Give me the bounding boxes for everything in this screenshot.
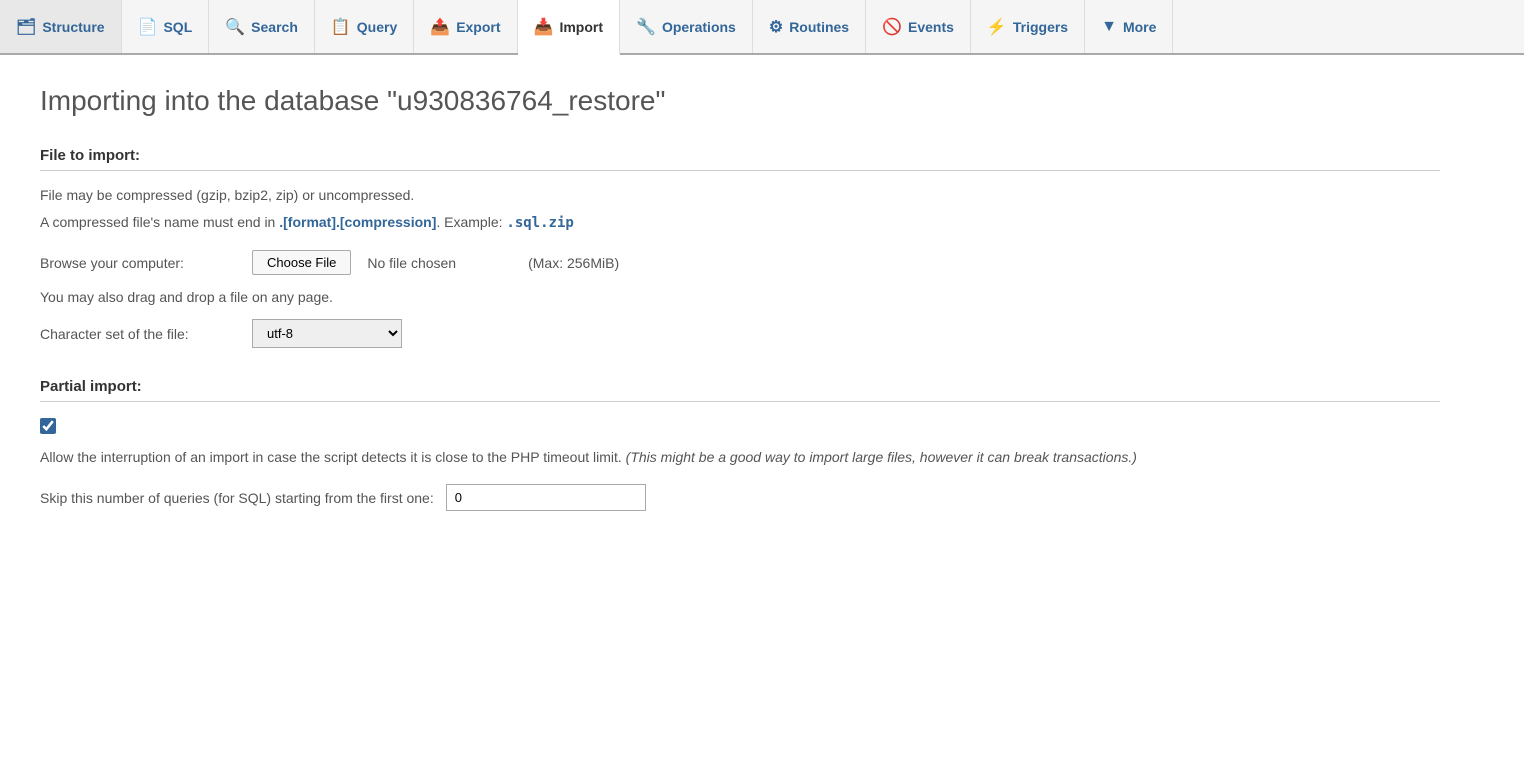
- import-icon: 📥: [534, 17, 554, 37]
- browse-row: Browse your computer: Choose File No fil…: [40, 250, 1440, 275]
- tab-routines-label: Routines: [789, 19, 849, 35]
- drag-drop-text: You may also drag and drop a file on any…: [40, 289, 1440, 305]
- tab-export[interactable]: 📤 Export: [414, 0, 517, 53]
- structure-icon: 🗂: [16, 17, 36, 37]
- sql-icon: 📄: [138, 17, 158, 37]
- charset-row: Character set of the file: utf-8 utf-16 …: [40, 319, 1440, 348]
- tab-more-label: More: [1123, 19, 1156, 35]
- allow-interrupt-italic: (This might be a good way to import larg…: [626, 449, 1137, 465]
- triggers-icon: ⚡: [987, 17, 1007, 37]
- skip-input[interactable]: [446, 484, 646, 511]
- file-example-mono: .sql.zip: [506, 215, 573, 231]
- more-icon: ▼: [1101, 18, 1117, 36]
- tab-events[interactable]: 🚫 Events: [866, 0, 971, 53]
- allow-interrupt-text: Allow the interruption of an import in c…: [40, 446, 1240, 468]
- tab-operations[interactable]: 🔧 Operations: [620, 0, 753, 53]
- partial-import-section: Partial import: Allow the interruption o…: [40, 378, 1440, 511]
- query-icon: 📋: [331, 17, 351, 37]
- allow-interrupt-checkbox[interactable]: [40, 418, 56, 434]
- tab-routines[interactable]: ⚙ Routines: [753, 0, 866, 53]
- file-info-line2-prefix: A compressed file's name must end in: [40, 214, 279, 230]
- skip-row: Skip this number of queries (for SQL) st…: [40, 484, 1440, 511]
- file-format-highlight: .[format].[compression]: [279, 214, 436, 230]
- search-icon: 🔍: [225, 17, 245, 37]
- allow-interrupt-row: [40, 416, 1440, 434]
- tab-sql-label: SQL: [163, 19, 192, 35]
- tab-import[interactable]: 📥 Import: [518, 0, 620, 55]
- no-file-text: No file chosen: [367, 255, 456, 271]
- charset-label: Character set of the file:: [40, 326, 240, 342]
- charset-select[interactable]: utf-8 utf-16 latin1 ascii cp1250: [252, 319, 402, 348]
- tab-structure-label: Structure: [42, 19, 104, 35]
- tab-more[interactable]: ▼ More: [1085, 0, 1173, 53]
- file-info-line2: A compressed file's name must end in .[f…: [40, 212, 1440, 234]
- file-info-line2-middle: . Example:: [436, 214, 506, 230]
- tab-search-label: Search: [251, 19, 298, 35]
- page-title: Importing into the database "u930836764_…: [40, 85, 1440, 117]
- tab-triggers-label: Triggers: [1013, 19, 1068, 35]
- max-size-text: (Max: 256MiB): [528, 255, 619, 271]
- file-import-section: File to import: File may be compressed (…: [40, 147, 1440, 348]
- main-content: Importing into the database "u930836764_…: [0, 55, 1480, 571]
- operations-icon: 🔧: [636, 17, 656, 37]
- partial-section-header: Partial import:: [40, 378, 1440, 402]
- tab-export-label: Export: [456, 19, 500, 35]
- tab-sql[interactable]: 📄 SQL: [122, 0, 210, 53]
- tab-query[interactable]: 📋 Query: [315, 0, 414, 53]
- tab-query-label: Query: [357, 19, 397, 35]
- tab-operations-label: Operations: [662, 19, 736, 35]
- skip-label: Skip this number of queries (for SQL) st…: [40, 490, 434, 506]
- tab-structure[interactable]: 🗂 Structure: [0, 0, 122, 53]
- choose-file-button[interactable]: Choose File: [252, 250, 351, 275]
- routines-icon: ⚙: [769, 17, 783, 37]
- tab-bar: 🗂 Structure 📄 SQL 🔍 Search 📋 Query 📤 Exp…: [0, 0, 1524, 55]
- file-info-line1: File may be compressed (gzip, bzip2, zip…: [40, 185, 1440, 206]
- tab-search[interactable]: 🔍 Search: [209, 0, 315, 53]
- tab-triggers[interactable]: ⚡ Triggers: [971, 0, 1085, 53]
- tab-import-label: Import: [559, 19, 603, 35]
- file-section-header: File to import:: [40, 147, 1440, 171]
- tab-events-label: Events: [908, 19, 954, 35]
- allow-interrupt-prefix: Allow the interruption of an import in c…: [40, 449, 626, 465]
- export-icon: 📤: [430, 17, 450, 37]
- events-icon: 🚫: [882, 17, 902, 37]
- browse-label: Browse your computer:: [40, 255, 240, 271]
